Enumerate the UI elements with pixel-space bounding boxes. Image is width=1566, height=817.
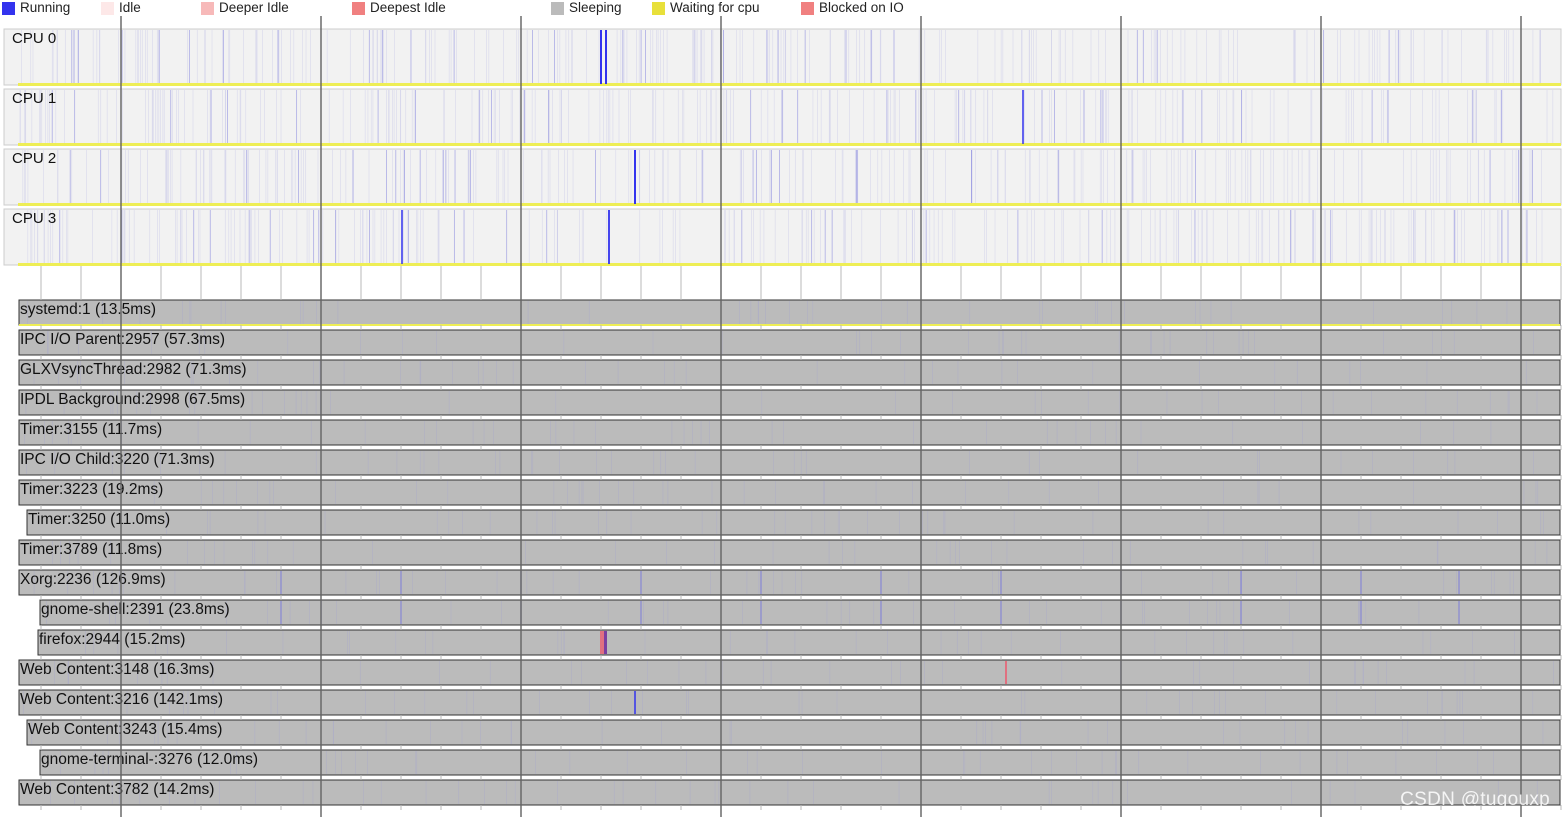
thread-sleep-bar [18,389,1561,416]
thread-lane: GLXVsyncThread:2982 (71.3ms) [18,359,1561,386]
thread-label: IPC I/O Parent:2957 (57.3ms) [20,331,225,348]
thread-label: Timer:3250 (11.0ms) [28,511,170,528]
thread-label: GLXVsyncThread:2982 (71.3ms) [20,361,247,378]
thread-lane: IPC I/O Child:3220 (71.3ms) [18,449,1561,476]
thread-lanes: systemd:1 (13.5ms) IPC I/O Parent:2957 (5… [18,299,1561,806]
thread-lane: Timer:3223 (19.2ms) [18,479,1561,506]
thread-label: Web Content:3243 (15.4ms) [28,721,222,738]
thread-sleep-bar [39,749,1561,776]
thread-lane: Web Content:3243 (15.4ms) [26,719,1561,746]
cpu-lane: CPU 1 [3,88,1562,146]
thread-label: Timer:3223 (19.2ms) [20,481,163,498]
thread-lane: Timer:3155 (11.7ms) [18,419,1561,446]
watermark: CSDN @tugouxp [1400,789,1550,810]
thread-sleep-bar [18,449,1561,476]
thread-blocked-mark [600,631,604,654]
cpu-label: CPU 1 [12,90,56,107]
thread-label: Timer:3789 (11.8ms) [20,541,162,558]
thread-lane: Xorg:2236 (126.9ms) [18,569,1561,596]
thread-sleep-bar [18,569,1561,596]
thread-label: Timer:3155 (11.7ms) [20,421,162,438]
thread-blocked-mark [1005,661,1007,684]
cpu-label: CPU 3 [12,210,56,227]
thread-lane: IPC I/O Parent:2957 (57.3ms) [18,329,1561,356]
thread-sleep-bar [18,659,1561,686]
thread-lane: Web Content:3216 (142.1ms) [18,689,1561,716]
thread-sleep-bar [18,689,1561,716]
thread-sleep-bar [37,629,1561,656]
thread-lane: firefox:2944 (15.2ms) [37,629,1561,656]
thread-label: Web Content:3782 (14.2ms) [20,781,214,798]
thread-lane: gnome-shell:2391 (23.8ms) [39,599,1561,626]
thread-sleep-bar [18,779,1561,806]
thread-wait-baseline [19,324,1560,326]
thread-lane: Timer:3250 (11.0ms) [26,509,1561,536]
thread-sleep-bar [18,359,1561,386]
thread-blocked-mark [604,631,607,654]
thread-lane: systemd:1 (13.5ms) [18,299,1561,326]
cpu-lanes: CPU 0 CPU 1 CPU 2 CPU 3 [3,28,1562,266]
thread-sleep-bar [39,599,1561,626]
thread-label: gnome-shell:2391 (23.8ms) [41,601,230,618]
thread-lane: Web Content:3782 (14.2ms) [18,779,1561,806]
cpu-wait-baseline [18,143,1561,146]
cpu-lane-background [3,28,1562,86]
cpu-lane: CPU 0 [3,28,1562,86]
thread-sleep-bar [26,719,1561,746]
thread-lane: Web Content:3148 (16.3ms) [18,659,1561,686]
cpu-lane-background [3,148,1562,206]
scheduler-timeline: CPU 0 CPU 1 CPU 2 CPU 3 systemd:1 (13.5ms) IP… [3,16,1562,817]
cpu-lane: CPU 2 [3,148,1562,206]
cpu-wait-baseline [18,83,1561,86]
cpu-lane: CPU 3 [3,208,1562,266]
thread-label: gnome-terminal-:3276 (12.0ms) [41,751,258,768]
cpu-label: CPU 0 [12,30,56,47]
thread-sleep-bar [18,329,1561,356]
cpu-lane-background [3,208,1562,266]
cpu-wait-baseline [18,203,1561,206]
thread-lane: gnome-terminal-:3276 (12.0ms) [39,749,1561,776]
thread-label: Xorg:2236 (126.9ms) [20,571,166,588]
thread-label: firefox:2944 (15.2ms) [39,631,185,648]
thread-sleep-bar [18,539,1561,566]
thread-sleep-bar [26,509,1561,536]
thread-lane: IPDL Background:2998 (67.5ms) [18,389,1561,416]
thread-label: systemd:1 (13.5ms) [20,301,156,318]
cpu-wait-baseline [18,263,1561,266]
thread-lane: Timer:3789 (11.8ms) [18,539,1561,566]
thread-label: Web Content:3148 (16.3ms) [20,661,214,678]
thread-sleep-bar [18,479,1561,506]
cpu-label: CPU 2 [12,150,56,167]
thread-label: IPDL Background:2998 (67.5ms) [20,391,245,408]
thread-label: IPC I/O Child:3220 (71.3ms) [20,451,215,468]
